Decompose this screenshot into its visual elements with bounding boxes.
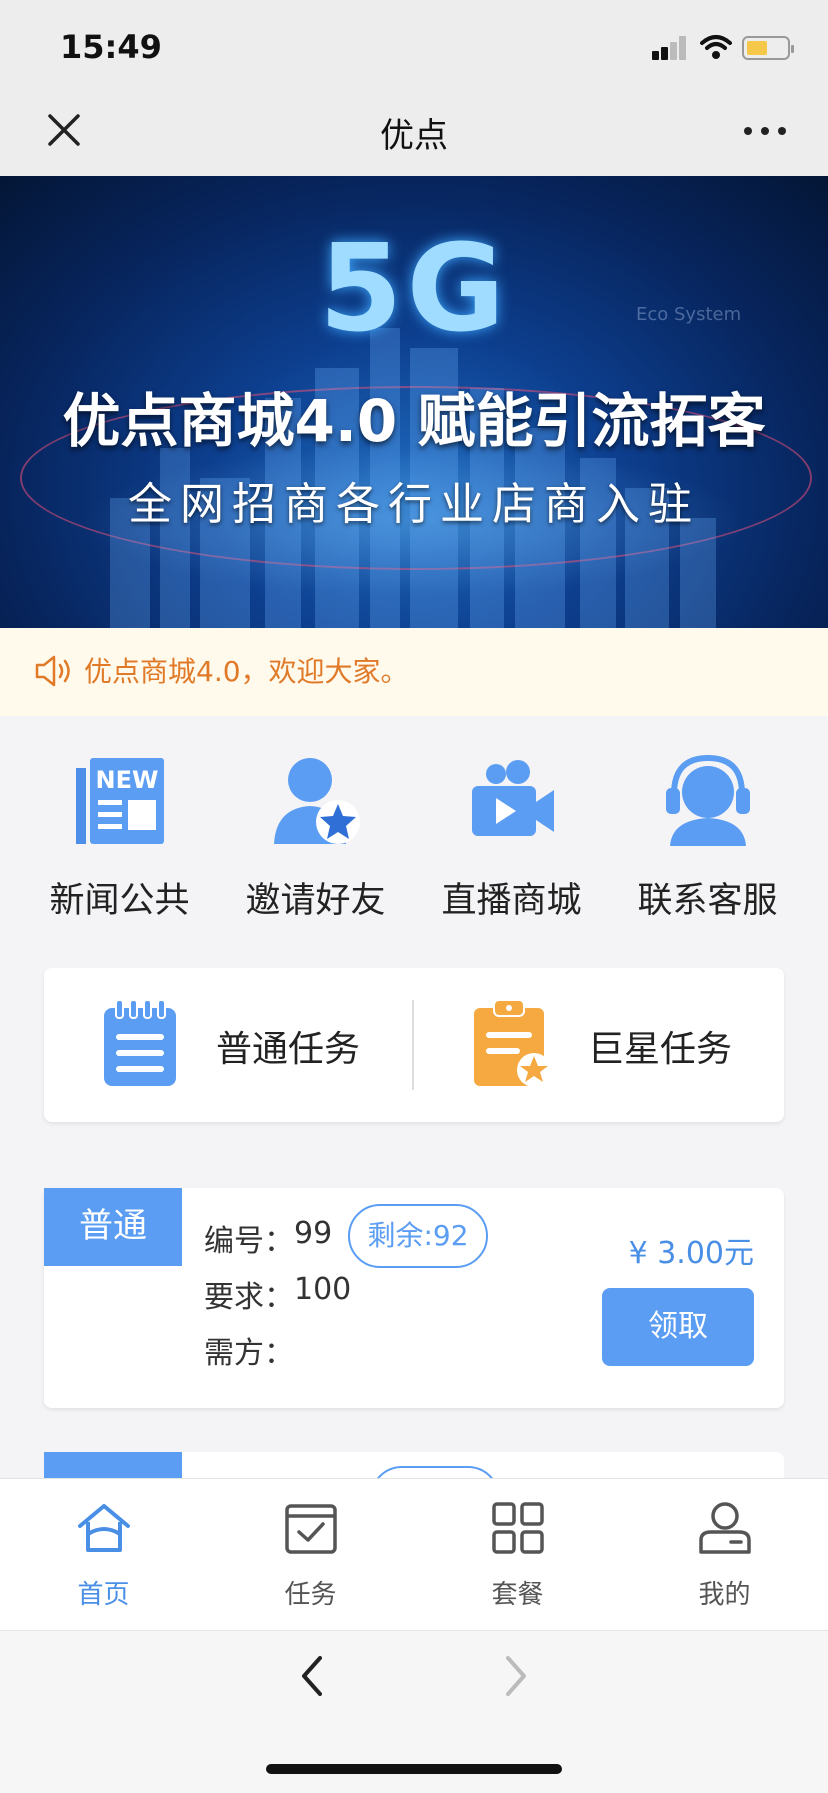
quick-menu-label: 联系客服 <box>637 881 778 921</box>
user-icon <box>699 1502 751 1554</box>
banner-eco-text: Eco System <box>636 304 742 325</box>
quick-menu-invite[interactable]: 邀请好友 <box>212 754 419 934</box>
order-requirement: 100 <box>294 1272 352 1307</box>
tab-tasks[interactable]: 任务 <box>207 1500 414 1610</box>
banner-5g-badge: 5G <box>319 220 509 359</box>
invite-friend-icon <box>274 758 360 844</box>
order-demander-label: 需方： <box>204 1336 294 1371</box>
order-number-label: 编号： <box>204 1224 294 1259</box>
tab-mine[interactable]: 我的 <box>621 1500 828 1610</box>
wifi-icon <box>700 35 732 59</box>
normal-task-button[interactable]: 普通任务 <box>100 998 400 1092</box>
tab-label: 套餐 <box>491 1580 544 1610</box>
quick-menu-service[interactable]: 联系客服 <box>604 754 811 934</box>
battery-icon <box>742 36 794 60</box>
clipboard-star-icon <box>474 999 551 1087</box>
order-number: 99 <box>294 1216 333 1251</box>
forward-arrow-icon[interactable] <box>500 1654 532 1698</box>
speaker-icon <box>35 655 70 687</box>
notepad-icon <box>104 999 176 1086</box>
more-icon[interactable] <box>742 118 788 144</box>
grid-icon <box>492 1502 544 1554</box>
tab-home[interactable]: 首页 <box>0 1500 207 1610</box>
order-price: ¥ 3.00元 <box>628 1236 754 1271</box>
quick-menu-news[interactable]: NEW 新闻公共 <box>16 754 223 934</box>
claim-button[interactable]: 领取 <box>602 1288 754 1366</box>
customer-service-icon <box>666 754 750 846</box>
order-requirement-label: 要求： <box>204 1280 294 1315</box>
quick-menu-live[interactable]: 直播商城 <box>408 754 615 934</box>
tab-label: 任务 <box>284 1580 337 1610</box>
svg-text:NEW: NEW <box>96 766 159 794</box>
notice-text: 优点商城4.0，欢迎大家。 <box>84 655 409 688</box>
video-camera-icon <box>472 760 554 836</box>
star-task-button[interactable]: 巨星任务 <box>472 998 772 1092</box>
tab-label: 首页 <box>77 1580 130 1610</box>
star-task-label: 巨星任务 <box>588 1029 733 1070</box>
back-arrow-icon[interactable] <box>296 1654 328 1698</box>
banner-subline: 全网招商各行业店商入驻 <box>128 479 700 530</box>
order-type-tag: 普通 <box>44 1188 182 1266</box>
status-time: 15:49 <box>60 28 162 66</box>
task-divider <box>412 1000 414 1090</box>
tab-packages[interactable]: 套餐 <box>414 1500 621 1610</box>
quick-menu-label: 新闻公共 <box>49 881 190 921</box>
banner-headline: 优点商城4.0 赋能引流拓客 <box>62 387 766 455</box>
page-title: 优点 <box>380 116 448 156</box>
home-indicator <box>266 1764 562 1774</box>
remaining-badge: 剩余:92 <box>348 1204 488 1268</box>
normal-task-label: 普通任务 <box>216 1029 361 1070</box>
news-icon: NEW <box>76 758 164 844</box>
home-icon <box>78 1504 130 1552</box>
tab-label: 我的 <box>698 1580 751 1610</box>
promo-banner[interactable]: 5G Eco System 优点商城4.0 赋能引流拓客 全网招商各行业店商入驻 <box>0 176 828 628</box>
cellular-signal-icon <box>652 36 688 60</box>
task-checkbox-icon <box>285 1504 337 1554</box>
quick-menu-label: 邀请好友 <box>245 881 386 921</box>
quick-menu-label: 直播商城 <box>441 881 582 921</box>
